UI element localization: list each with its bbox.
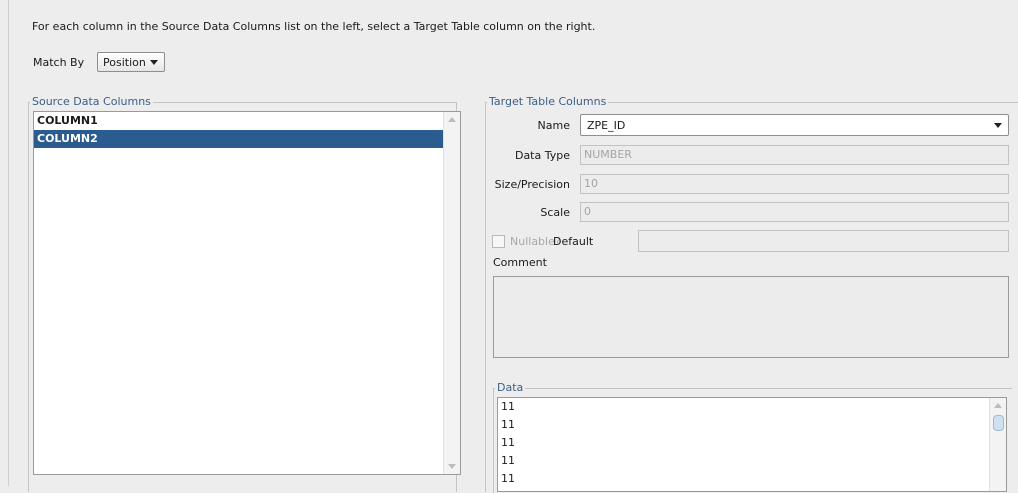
chevron-down-icon [994, 123, 1002, 128]
comment-label: Comment [493, 256, 547, 269]
match-by-label: Match By [33, 56, 85, 69]
data-row: 11 [501, 418, 515, 431]
size-precision-label: Size/Precision [494, 178, 570, 191]
scroll-up-icon[interactable] [994, 403, 1002, 408]
data-type-label: Data Type [514, 149, 570, 162]
default-field [638, 230, 1009, 252]
scroll-down-icon[interactable] [448, 464, 456, 469]
target-name-value: ZPE_ID [587, 118, 626, 132]
list-item[interactable]: COLUMN1 [34, 112, 443, 130]
left-edge-rule [8, 0, 9, 486]
target-table-columns-title: Target Table Columns [489, 95, 607, 108]
source-list-scrollbar[interactable] [443, 112, 460, 474]
data-row: 11 [501, 472, 515, 485]
data-list-scrollbar[interactable] [989, 398, 1006, 491]
data-title: Data [497, 381, 524, 394]
source-columns-list[interactable]: COLUMN1 COLUMN2 [33, 111, 461, 475]
data-row: 11 [501, 436, 515, 449]
comment-field [493, 276, 1009, 358]
chevron-down-icon [149, 59, 158, 65]
match-by-dropdown[interactable]: Position [97, 52, 165, 72]
nullable-checkbox [492, 235, 505, 248]
list-item-selected[interactable]: COLUMN2 [34, 130, 443, 148]
instruction-text: For each column in the Source Data Colum… [32, 20, 596, 33]
name-label: Name [537, 119, 570, 132]
source-data-columns-title: Source Data Columns [32, 95, 151, 108]
target-name-dropdown[interactable]: ZPE_ID [580, 114, 1009, 136]
data-row: 11 [501, 454, 515, 467]
default-label: Default [553, 235, 594, 248]
data-type-field: NUMBER [580, 145, 1009, 165]
data-list[interactable]: 11 11 11 11 11 [497, 397, 1007, 492]
size-precision-field: 10 [580, 174, 1009, 194]
scale-field: 0 [580, 202, 1009, 222]
scale-label: Scale [540, 206, 570, 219]
data-row: 11 [501, 400, 515, 413]
scroll-thumb[interactable] [993, 415, 1004, 431]
match-by-value: Position [103, 55, 146, 69]
scroll-up-icon[interactable] [448, 117, 456, 122]
